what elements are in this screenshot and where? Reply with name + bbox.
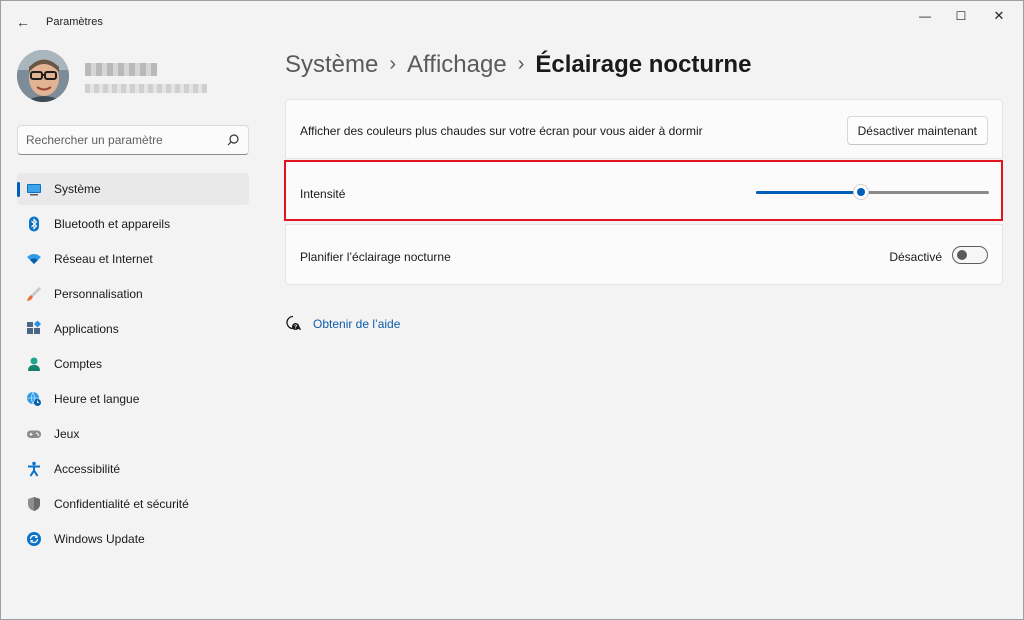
sidebar-item-bluetooth[interactable]: Bluetooth et appareils xyxy=(17,208,249,240)
sidebar-item-label: Comptes xyxy=(54,357,103,371)
disable-now-button[interactable]: Désactiver maintenant xyxy=(846,116,988,145)
setting-card-schedule: Planifier l’éclairage nocturne Désactivé xyxy=(285,224,1003,285)
page-title: Éclairage nocturne xyxy=(535,51,752,78)
sidebar-nav: Système Bluetooth et appareils Réseau et… xyxy=(17,173,249,558)
slider-thumb[interactable] xyxy=(853,184,869,200)
breadcrumb-systeme[interactable]: Système xyxy=(285,51,378,78)
toggle-knob xyxy=(957,250,967,260)
toggle-state-label: Désactivé xyxy=(889,250,942,264)
shield-icon xyxy=(28,497,40,511)
globe-clock-icon xyxy=(27,391,41,406)
sidebar-item-accessibilite[interactable]: Accessibilité xyxy=(17,453,249,485)
account-icon xyxy=(28,357,40,371)
search-input[interactable] xyxy=(26,132,216,148)
apps-icon xyxy=(27,321,42,334)
sidebar-item-label: Bluetooth et appareils xyxy=(54,217,171,231)
search-box[interactable] xyxy=(17,125,249,155)
chevron-right-icon: › xyxy=(389,53,397,75)
sidebar-item-confidentialite[interactable]: Confidentialité et sécurité xyxy=(17,488,249,520)
sidebar-item-jeux[interactable]: Jeux xyxy=(17,418,249,450)
intensity-label: Intensité xyxy=(300,187,346,201)
sidebar-item-label: Accessibilité xyxy=(54,462,121,476)
title-bar: ← Paramètres — ☐ ✕ xyxy=(1,1,1023,41)
wifi-icon xyxy=(27,254,41,264)
schedule-label: Planifier l’éclairage nocturne xyxy=(300,250,451,264)
breadcrumb: Système › Affichage › Éclairage nocturne xyxy=(285,51,751,79)
intensity-slider[interactable] xyxy=(756,184,989,200)
app-title: Paramètres xyxy=(46,16,103,28)
paintbrush-icon xyxy=(27,287,41,301)
back-arrow-icon[interactable]: ← xyxy=(13,13,33,33)
avatar[interactable] xyxy=(17,50,69,102)
sidebar-item-label: Confidentialité et sécurité xyxy=(54,497,189,511)
system-display-icon xyxy=(27,184,41,196)
sidebar-item-label: Heure et langue xyxy=(54,392,140,406)
active-indicator xyxy=(17,182,20,197)
search-icon[interactable] xyxy=(226,133,240,147)
setting-card-warm-colors: Afficher des couleurs plus chaudes sur v… xyxy=(285,99,1003,159)
breadcrumb-affichage[interactable]: Affichage xyxy=(407,51,507,78)
sidebar-item-label: Système xyxy=(54,182,101,196)
gamepad-icon xyxy=(27,430,41,438)
slider-fill xyxy=(756,191,861,194)
minimize-button[interactable]: — xyxy=(909,7,941,27)
sidebar-item-reseau[interactable]: Réseau et Internet xyxy=(17,243,249,275)
bluetooth-icon xyxy=(29,216,39,232)
warm-colors-label: Afficher des couleurs plus chaudes sur v… xyxy=(300,124,703,138)
sidebar-item-label: Personnalisation xyxy=(54,287,143,301)
accessibility-icon xyxy=(28,461,40,477)
sidebar-item-label: Applications xyxy=(54,322,119,336)
sidebar-item-systeme[interactable]: Système xyxy=(17,173,249,205)
schedule-toggle[interactable] xyxy=(952,246,988,264)
chevron-right-icon: › xyxy=(517,53,525,75)
close-button[interactable]: ✕ xyxy=(983,7,1015,27)
user-email-blurred xyxy=(85,84,207,93)
get-help-link[interactable]: Obtenir de l’aide xyxy=(313,317,400,331)
user-name-blurred xyxy=(85,63,157,76)
maximize-button[interactable]: ☐ xyxy=(945,7,977,27)
settings-window: ← Paramètres — ☐ ✕ Rechercher un paramèt… xyxy=(0,0,1024,620)
setting-card-intensity: Intensité xyxy=(285,161,1003,221)
sidebar-item-windows-update[interactable]: Windows Update xyxy=(17,523,249,555)
sidebar-item-heure[interactable]: Heure et langue xyxy=(17,383,249,415)
sidebar-item-label: Réseau et Internet xyxy=(54,252,153,266)
sidebar-item-applications[interactable]: Applications xyxy=(17,313,249,345)
sidebar-item-label: Jeux xyxy=(54,427,80,441)
sidebar-item-label: Windows Update xyxy=(54,532,145,546)
sidebar-item-personnalisation[interactable]: Personnalisation xyxy=(17,278,249,310)
windows-update-icon xyxy=(27,532,41,546)
sidebar-item-comptes[interactable]: Comptes xyxy=(17,348,249,380)
help-icon: ? xyxy=(286,315,301,330)
